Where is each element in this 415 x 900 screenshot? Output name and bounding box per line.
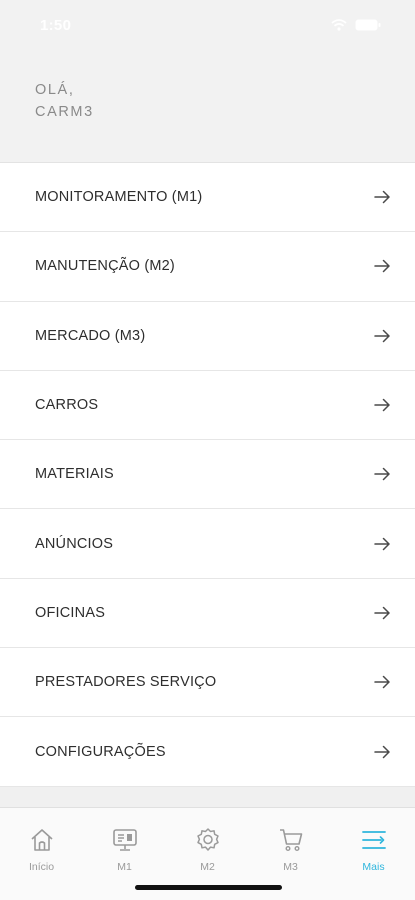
menu-more-icon bbox=[361, 831, 386, 849]
menu-item-carros[interactable]: CARROS bbox=[0, 370, 415, 441]
tab-label: Mais bbox=[362, 861, 385, 873]
tab-mais[interactable]: Mais bbox=[332, 808, 415, 900]
menu-item-label: PRESTADORES SERVIÇO bbox=[35, 674, 217, 691]
battery-icon bbox=[355, 19, 381, 31]
greeting-username: CARM3 bbox=[35, 104, 94, 120]
arrow-right-icon bbox=[374, 260, 390, 273]
menu-item-materiais[interactable]: MATERIAIS bbox=[0, 440, 415, 510]
tab-label: Início bbox=[28, 861, 55, 873]
arrow-right-icon bbox=[374, 329, 390, 342]
home-icon bbox=[30, 829, 53, 851]
menu-item-label: OFICINAS bbox=[35, 604, 106, 621]
arrow-right-icon bbox=[374, 745, 390, 758]
status-bar: 1:50 bbox=[0, 0, 415, 50]
arrow-right-icon bbox=[374, 468, 390, 481]
tab-inicio[interactable]: Início bbox=[0, 808, 83, 900]
menu-list: MONITORAMENTO (M1) MANUTENÇÃO (M2) MERCA… bbox=[0, 162, 415, 787]
menu-item-label: CARROS bbox=[35, 397, 99, 414]
greeting-hello: OLÁ, bbox=[35, 82, 75, 98]
greeting: OLÁ, CARM3 bbox=[35, 79, 94, 123]
menu-bottom-gap bbox=[0, 787, 415, 807]
menu-item-manutencao[interactable]: MANUTENÇÃO (M2) bbox=[0, 232, 415, 302]
menu-item-anuncios[interactable]: ANÚNCIOS bbox=[0, 509, 415, 579]
menu-item-label: ANÚNCIOS bbox=[35, 535, 114, 552]
gear-icon bbox=[196, 828, 219, 851]
menu-item-label: MONITORAMENTO (M1) bbox=[35, 189, 203, 206]
menu-item-label: CONFIGURAÇÕES bbox=[35, 743, 166, 760]
wifi-icon bbox=[331, 19, 347, 31]
menu-item-configuracoes[interactable]: CONFIGURAÇÕES bbox=[0, 717, 415, 787]
tab-label: M2 bbox=[200, 861, 215, 873]
home-indicator bbox=[135, 885, 282, 890]
menu-item-mercado[interactable]: MERCADO (M3) bbox=[0, 301, 415, 371]
tab-label: M3 bbox=[283, 861, 298, 873]
arrow-right-icon bbox=[374, 190, 390, 204]
tab-label: M1 bbox=[117, 861, 132, 873]
arrow-right-icon bbox=[374, 606, 390, 620]
arrow-right-icon bbox=[374, 675, 390, 689]
status-indicators bbox=[331, 19, 381, 31]
menu-item-prestadores-servico[interactable]: PRESTADORES SERVIÇO bbox=[0, 648, 415, 718]
menu-item-monitoramento[interactable]: MONITORAMENTO (M1) bbox=[0, 163, 415, 233]
cart-icon bbox=[279, 829, 302, 852]
status-time: 1:50 bbox=[40, 16, 72, 34]
arrow-right-icon bbox=[374, 398, 390, 412]
menu-item-oficinas[interactable]: OFICINAS bbox=[0, 578, 415, 649]
menu-item-label: MATERIAIS bbox=[35, 466, 114, 483]
menu-item-label: MERCADO (M3) bbox=[35, 327, 146, 344]
menu-item-label: MANUTENÇÃO (M2) bbox=[35, 258, 175, 275]
monitor-icon bbox=[112, 829, 137, 851]
arrow-right-icon bbox=[374, 537, 390, 550]
